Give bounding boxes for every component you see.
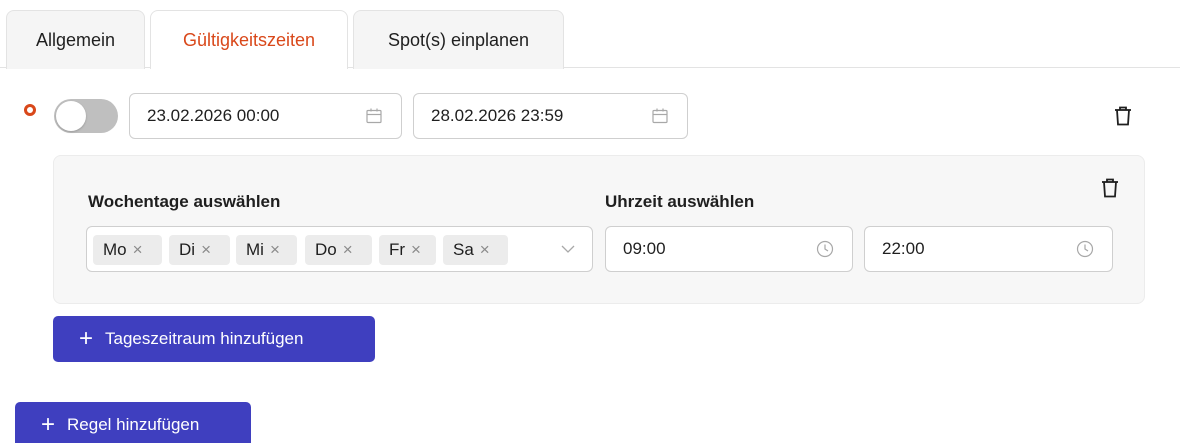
time-label: Uhrzeit auswählen [605, 192, 755, 211]
plus-icon: + [41, 411, 56, 438]
remove-chip-icon[interactable]: × [133, 240, 143, 260]
weekdays-label: Wochentage auswählen [88, 192, 281, 211]
calendar-icon[interactable] [365, 107, 383, 125]
tab-allgemein[interactable]: Allgemein [6, 10, 145, 69]
chevron-down-icon[interactable] [560, 241, 576, 257]
clock-icon[interactable] [1076, 240, 1094, 258]
tab-gueltigkeitszeiten[interactable]: Gültigkeitszeiten [150, 10, 348, 69]
add-period-label: Tageszeitraum hinzufügen [105, 329, 304, 348]
weekdays-multiselect[interactable]: Mo × Di × Mi × Do × Fr × Sa × [86, 226, 593, 272]
chip-label: Di [179, 240, 196, 259]
time-from-field[interactable]: 09:00 [605, 226, 853, 272]
tab-spots-einplanen[interactable]: Spot(s) einplanen [353, 10, 564, 69]
add-period-button[interactable]: + Tageszeitraum hinzufügen [53, 316, 375, 362]
weekday-chip-sa: Sa × [443, 235, 508, 265]
add-rule-button[interactable]: + Regel hinzufügen [15, 402, 251, 443]
calendar-icon[interactable] [651, 107, 669, 125]
rule-toggle[interactable] [54, 99, 118, 133]
delete-rule-trash-icon[interactable] [1114, 106, 1132, 126]
tab-bar: Allgemein Gültigkeitszeiten Spot(s) einp… [0, 0, 1180, 69]
remove-chip-icon[interactable]: × [411, 240, 421, 260]
chip-label: Fr [389, 240, 406, 259]
weekday-chip-mo: Mo × [93, 235, 162, 265]
weekday-chip-fr: Fr × [379, 235, 436, 265]
remove-chip-icon[interactable]: × [343, 240, 353, 260]
chip-label: Do [315, 240, 337, 259]
remove-chip-icon[interactable]: × [201, 240, 211, 260]
time-to-field[interactable]: 22:00 [864, 226, 1113, 272]
chip-label: Mo [103, 240, 127, 259]
weekday-chip-di: Di × [169, 235, 230, 265]
end-date-value: 28.02.2026 23:59 [431, 106, 564, 125]
weekday-chip-do: Do × [305, 235, 372, 265]
rule-status-dot-icon [24, 104, 36, 116]
add-rule-label: Regel hinzufügen [67, 415, 200, 434]
start-date-value: 23.02.2026 00:00 [147, 106, 280, 125]
plus-icon: + [79, 325, 94, 352]
delete-period-trash-icon[interactable] [1101, 178, 1119, 198]
chip-label: Mi [246, 240, 264, 259]
weekday-chip-mi: Mi × [236, 235, 297, 265]
start-date-field[interactable]: 23.02.2026 00:00 [129, 93, 402, 139]
remove-chip-icon[interactable]: × [480, 240, 490, 260]
chip-label: Sa [453, 240, 474, 259]
remove-chip-icon[interactable]: × [270, 240, 280, 260]
toggle-knob [56, 101, 86, 131]
clock-icon[interactable] [816, 240, 834, 258]
end-date-field[interactable]: 28.02.2026 23:59 [413, 93, 688, 139]
